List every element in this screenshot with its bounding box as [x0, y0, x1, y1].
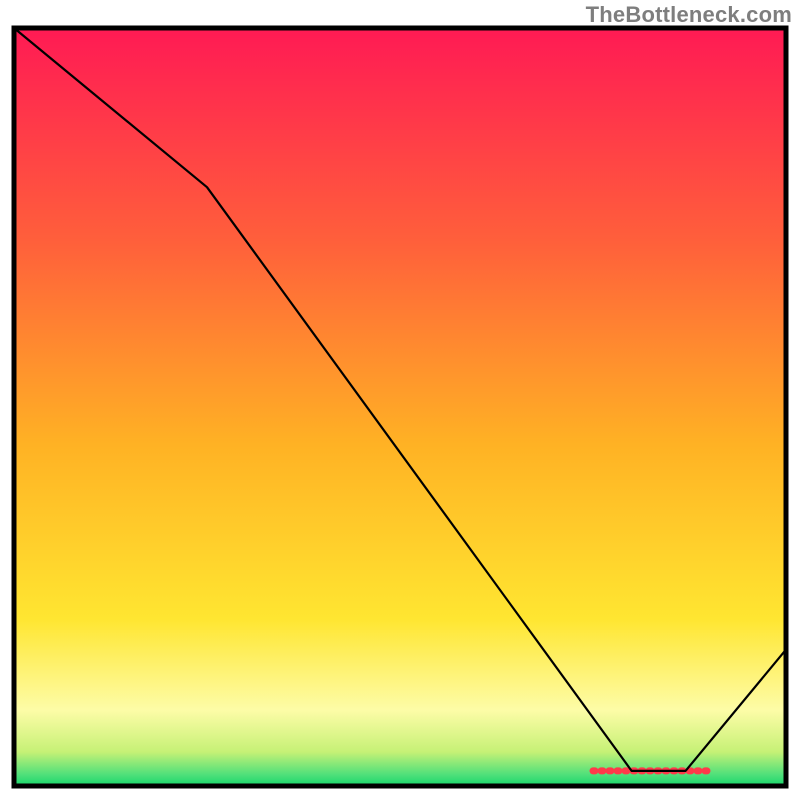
chart-svg — [0, 0, 800, 800]
bottleneck-chart: TheBottleneck.com — [0, 0, 800, 800]
attribution-label: TheBottleneck.com — [586, 2, 792, 28]
plot-area — [14, 28, 786, 786]
gradient-fill — [14, 28, 786, 786]
